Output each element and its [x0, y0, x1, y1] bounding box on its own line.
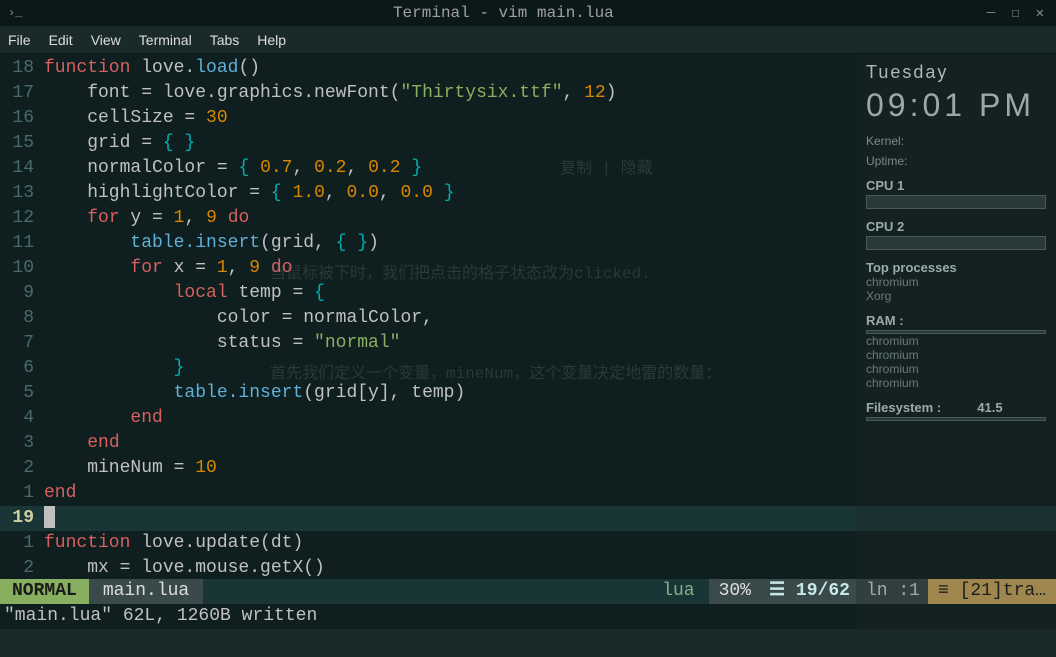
code-content [44, 506, 55, 531]
code-line[interactable]: 17 font = love.graphics.newFont("Thirtys… [0, 81, 1056, 106]
code-line[interactable]: 15 grid = { } [0, 131, 1056, 156]
editor-area[interactable]: 复制 | 隐藏 当鼠标被下时，我们把点击的格子状态改为clicked. 首先我们… [0, 54, 1056, 579]
code-content: for x = 1, 9 do [44, 256, 293, 281]
line-number: 11 [0, 231, 44, 256]
line-number: 10 [0, 256, 44, 281]
line-number: 6 [0, 356, 44, 381]
code-content: normalColor = { 0.7, 0.2, 0.2 } [44, 156, 422, 181]
window-title: Terminal - vim main.lua [20, 4, 987, 22]
message-line: "main.lua" 62L, 1260B written [0, 604, 1056, 629]
line-number: 2 [0, 556, 44, 581]
close-button[interactable]: ✕ [1036, 5, 1044, 22]
line-number: 12 [0, 206, 44, 231]
code-content: highlightColor = { 1.0, 0.0, 0.0 } [44, 181, 455, 206]
code-content: end [44, 481, 76, 506]
code-line[interactable]: 10 for x = 1, 9 do [0, 256, 1056, 281]
menu-file[interactable]: File [8, 32, 31, 48]
code-line[interactable]: 6 } [0, 356, 1056, 381]
menu-terminal[interactable]: Terminal [139, 32, 192, 48]
code-line[interactable]: 3 end [0, 431, 1056, 456]
status-position: ☰ 19/62 [761, 579, 858, 604]
menu-edit[interactable]: Edit [49, 32, 73, 48]
code-line[interactable]: 1end [0, 481, 1056, 506]
window-icon: ›_ [0, 6, 20, 20]
code-content: for y = 1, 9 do [44, 206, 249, 231]
code-content: font = love.graphics.newFont("Thirtysix.… [44, 81, 617, 106]
status-filename: main.lua [89, 579, 203, 604]
line-number: 16 [0, 106, 44, 131]
line-number: 1 [0, 481, 44, 506]
code-content: function love.load() [44, 56, 260, 81]
window-titlebar: ›_ Terminal - vim main.lua — ☐ ✕ [0, 0, 1056, 26]
code-content: grid = { } [44, 131, 195, 156]
code-line[interactable]: 9 local temp = { [0, 281, 1056, 306]
menu-view[interactable]: View [91, 32, 121, 48]
code-line[interactable]: 13 highlightColor = { 1.0, 0.0, 0.0 } [0, 181, 1056, 206]
code-line[interactable]: 16 cellSize = 30 [0, 106, 1056, 131]
line-number: 7 [0, 331, 44, 356]
code-line[interactable]: 7 status = "normal" [0, 331, 1056, 356]
code-line[interactable]: 11 table.insert(grid, { }) [0, 231, 1056, 256]
code-line[interactable]: 18function love.load() [0, 56, 1056, 81]
line-number: 1 [0, 531, 44, 556]
line-number: 4 [0, 406, 44, 431]
code-line[interactable]: 2 mineNum = 10 [0, 456, 1056, 481]
line-number: 8 [0, 306, 44, 331]
code-line[interactable]: 1function love.update(dt) [0, 531, 1056, 556]
code-content: table.insert(grid, { }) [44, 231, 379, 256]
code-content: color = normalColor, [44, 306, 433, 331]
menu-help[interactable]: Help [257, 32, 286, 48]
code-line[interactable]: 12 for y = 1, 9 do [0, 206, 1056, 231]
line-number: 14 [0, 156, 44, 181]
code-line[interactable]: 5 table.insert(grid[y], temp) [0, 381, 1056, 406]
code-content: cellSize = 30 [44, 106, 228, 131]
menu-tabs[interactable]: Tabs [210, 32, 240, 48]
status-percent: 30% [709, 579, 761, 604]
code-content: status = "normal" [44, 331, 400, 356]
status-bar: NORMAL main.lua lua 30% ☰ 19/62 ln :1 ≡ … [0, 579, 1056, 604]
line-number: 17 [0, 81, 44, 106]
line-number: 18 [0, 56, 44, 81]
code-line[interactable]: 2 mx = love.mouse.getX() [0, 556, 1056, 581]
line-number: 5 [0, 381, 44, 406]
status-column: ln :1 [858, 579, 928, 604]
code-content: mx = love.mouse.getX() [44, 556, 325, 581]
maximize-button[interactable]: ☐ [1011, 5, 1019, 22]
code-content: end [44, 406, 163, 431]
code-line[interactable]: 19 [0, 506, 1056, 531]
menu-bar: File Edit View Terminal Tabs Help [0, 26, 1056, 54]
code-line[interactable]: 8 color = normalColor, [0, 306, 1056, 331]
line-number: 9 [0, 281, 44, 306]
code-content: table.insert(grid[y], temp) [44, 381, 465, 406]
status-mode: NORMAL [0, 579, 89, 604]
code-content: function love.update(dt) [44, 531, 303, 556]
line-number: 19 [0, 506, 44, 531]
code-content: end [44, 431, 120, 456]
status-extra: ≡ [21]tra… [928, 579, 1056, 604]
code-line[interactable]: 14 normalColor = { 0.7, 0.2, 0.2 } [0, 156, 1056, 181]
line-number: 3 [0, 431, 44, 456]
code-content: } [44, 356, 184, 381]
code-line[interactable]: 4 end [0, 406, 1056, 431]
minimize-button[interactable]: — [987, 5, 995, 22]
text-cursor [44, 506, 55, 528]
code-content: local temp = { [44, 281, 325, 306]
code-content: mineNum = 10 [44, 456, 217, 481]
line-number: 15 [0, 131, 44, 156]
status-filetype: lua [648, 579, 708, 604]
line-number: 13 [0, 181, 44, 206]
line-number: 2 [0, 456, 44, 481]
